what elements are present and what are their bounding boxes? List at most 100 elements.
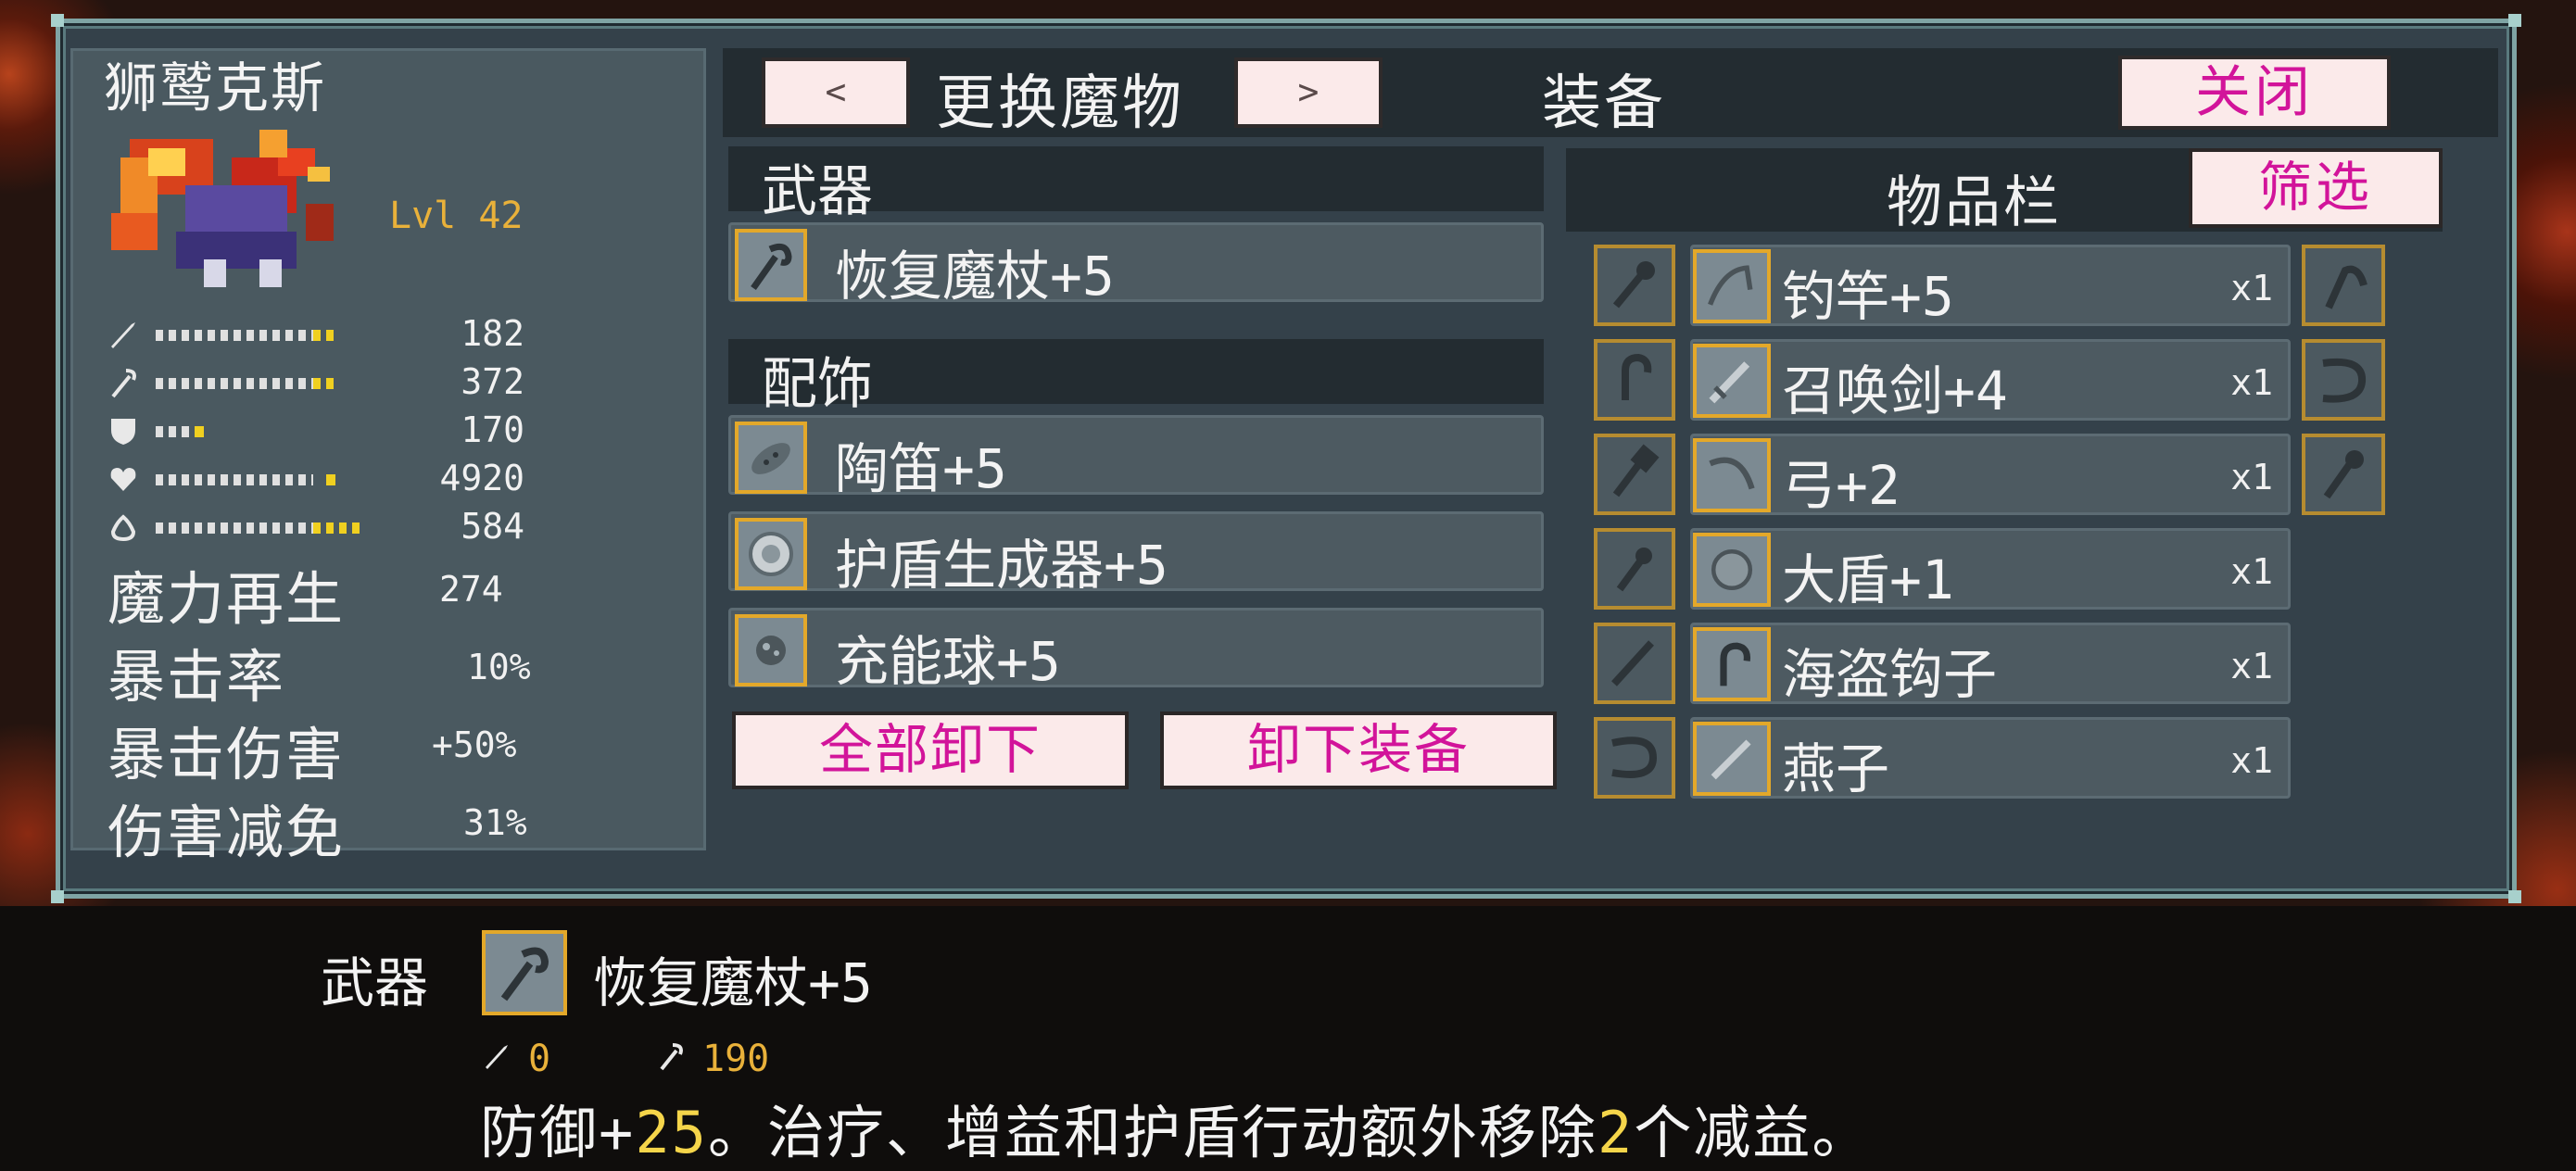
prev-monster-button[interactable]: < bbox=[762, 57, 910, 128]
stat-bar bbox=[156, 523, 313, 534]
tooltip-magic: 190 bbox=[702, 1038, 770, 1080]
item-quantity: x1 bbox=[2230, 740, 2273, 781]
stat-value: 182 bbox=[461, 313, 524, 354]
accessory-name: 充能球+5 bbox=[835, 630, 1061, 693]
shield-icon bbox=[111, 419, 135, 445]
item-name: 燕子 bbox=[1782, 737, 1890, 800]
inventory-title: 物品栏 bbox=[1887, 170, 2062, 235]
stat-value: 584 bbox=[461, 506, 524, 547]
weapon-name: 恢复魔杖+5 bbox=[835, 245, 1115, 308]
stat-bar-fill bbox=[195, 426, 204, 437]
inventory-slot[interactable] bbox=[1594, 339, 1675, 421]
rod-icon bbox=[2323, 450, 2364, 499]
stat-label-crit-rate: 暴击率 bbox=[107, 643, 286, 711]
torch-icon bbox=[1616, 548, 1652, 592]
staff-icon bbox=[482, 930, 567, 1015]
stat-bar-fill bbox=[326, 474, 335, 485]
next-monster-button[interactable]: > bbox=[1234, 57, 1383, 128]
staff-icon bbox=[660, 1043, 683, 1071]
panel-corner bbox=[51, 890, 64, 903]
dagger-icon bbox=[1611, 640, 1654, 686]
weapon-slot[interactable]: 恢复魔杖+5 bbox=[728, 222, 1544, 308]
stat-value-damage-reduction: 31% bbox=[463, 802, 527, 843]
stat-bar bbox=[156, 426, 195, 437]
tooltip-attack: 0 bbox=[528, 1038, 551, 1080]
item-name: 钓竿+5 bbox=[1782, 265, 1954, 328]
inventory-item[interactable]: 钓竿+5 x1 bbox=[1690, 245, 2291, 328]
pirate-hook-icon bbox=[1693, 627, 1771, 701]
stat-bar-fill bbox=[313, 523, 360, 534]
bow-icon bbox=[1693, 438, 1771, 512]
charge-orb-icon bbox=[735, 614, 807, 686]
stat-defense: 170 bbox=[107, 409, 524, 450]
stat-value-mana-regen: 274 bbox=[439, 569, 503, 610]
stat-value: 170 bbox=[461, 409, 524, 450]
stat-mana: 584 bbox=[107, 506, 524, 547]
inventory-item[interactable]: 海盗钩子 x1 bbox=[1690, 623, 2291, 706]
summon-sword-icon bbox=[1693, 344, 1771, 418]
stat-magic: 372 bbox=[107, 361, 524, 402]
monster-level: Lvl 42 bbox=[389, 195, 524, 237]
sword-icon bbox=[486, 1045, 508, 1069]
monster-name: 狮鹫克斯 bbox=[104, 57, 327, 120]
stat-value-crit-rate: 10% bbox=[467, 647, 531, 687]
desc-text: 。治疗、增益和护盾行动额外移除 bbox=[707, 1099, 1597, 1166]
inventory-item[interactable]: 大盾+1 x1 bbox=[1690, 528, 2291, 611]
desc-highlight: 25 bbox=[635, 1099, 708, 1166]
stat-label-damage-reduction: 伤害减免 bbox=[107, 799, 346, 866]
inventory-slot[interactable] bbox=[2302, 245, 2385, 326]
stat-value-crit-damage: +50% bbox=[432, 724, 517, 765]
scythe-icon bbox=[2325, 265, 2368, 309]
shield-generator-icon bbox=[735, 518, 807, 590]
equipment-title: 装备 bbox=[1542, 69, 1666, 138]
inventory-slot[interactable] bbox=[1594, 528, 1675, 610]
stat-value: 372 bbox=[461, 361, 524, 402]
desc-text: 个减益。 bbox=[1634, 1099, 1872, 1166]
inventory-item[interactable]: 召唤剑+4 x1 bbox=[1690, 339, 2291, 422]
item-quantity: x1 bbox=[2230, 362, 2273, 403]
item-name: 弓+2 bbox=[1782, 454, 1900, 517]
hammer-icon bbox=[1612, 444, 1660, 497]
stat-bar-fill bbox=[313, 378, 334, 389]
close-button[interactable]: 关闭 bbox=[2118, 56, 2391, 130]
mana-icon bbox=[110, 514, 136, 542]
stat-attack: 182 bbox=[107, 313, 524, 354]
inventory-slot[interactable] bbox=[1594, 717, 1675, 799]
accessory-name: 护盾生成器+5 bbox=[835, 534, 1168, 597]
desc-text: 防御+ bbox=[480, 1099, 636, 1166]
mace-icon bbox=[1612, 261, 1655, 308]
accessory-slot[interactable]: 护盾生成器+5 bbox=[728, 511, 1544, 597]
panel-corner bbox=[51, 14, 64, 27]
accessory-slot[interactable]: 充能球+5 bbox=[728, 608, 1544, 693]
large-shield-icon bbox=[1693, 533, 1771, 607]
griffin-sprite bbox=[111, 130, 334, 287]
inventory-slot[interactable] bbox=[1594, 245, 1675, 326]
stat-label-mana-regen: 魔力再生 bbox=[107, 565, 346, 633]
tooltip-description: 防御+25。治疗、增益和护盾行动额外移除2个减益。 bbox=[480, 1086, 1871, 1169]
hook-icon bbox=[1622, 353, 1652, 400]
accessory-slot[interactable]: 陶笛+5 bbox=[728, 415, 1544, 500]
inventory-slot[interactable] bbox=[1594, 623, 1675, 704]
filter-button[interactable]: 筛选 bbox=[2189, 148, 2443, 228]
weapon-section-title: 武器 bbox=[762, 159, 873, 224]
inventory-slot[interactable] bbox=[2302, 339, 2385, 421]
heart-icon bbox=[110, 468, 136, 491]
inventory-item[interactable]: 弓+2 x1 bbox=[1690, 434, 2291, 517]
stat-bar bbox=[156, 474, 313, 485]
inventory-item[interactable]: 燕子 x1 bbox=[1690, 717, 2291, 800]
stat-health: 4920 bbox=[107, 458, 524, 498]
swallow-blade-icon bbox=[1693, 722, 1771, 796]
item-quantity: x1 bbox=[2230, 457, 2273, 497]
inventory-slot[interactable] bbox=[2302, 434, 2385, 515]
item-quantity: x1 bbox=[2230, 551, 2273, 592]
desc-highlight: 2 bbox=[1597, 1099, 1635, 1166]
unequip-button[interactable]: 卸下装备 bbox=[1160, 711, 1557, 789]
accessory-name: 陶笛+5 bbox=[835, 437, 1007, 500]
coil-icon bbox=[1611, 737, 1658, 778]
accessory-section-title: 配饰 bbox=[762, 352, 873, 417]
unequip-all-button[interactable]: 全部卸下 bbox=[732, 711, 1129, 789]
inventory-slot[interactable] bbox=[1594, 434, 1675, 515]
stat-bar bbox=[156, 330, 313, 341]
fishing-rod-icon bbox=[1693, 249, 1771, 323]
stat-label-crit-damage: 暴击伤害 bbox=[107, 721, 346, 788]
